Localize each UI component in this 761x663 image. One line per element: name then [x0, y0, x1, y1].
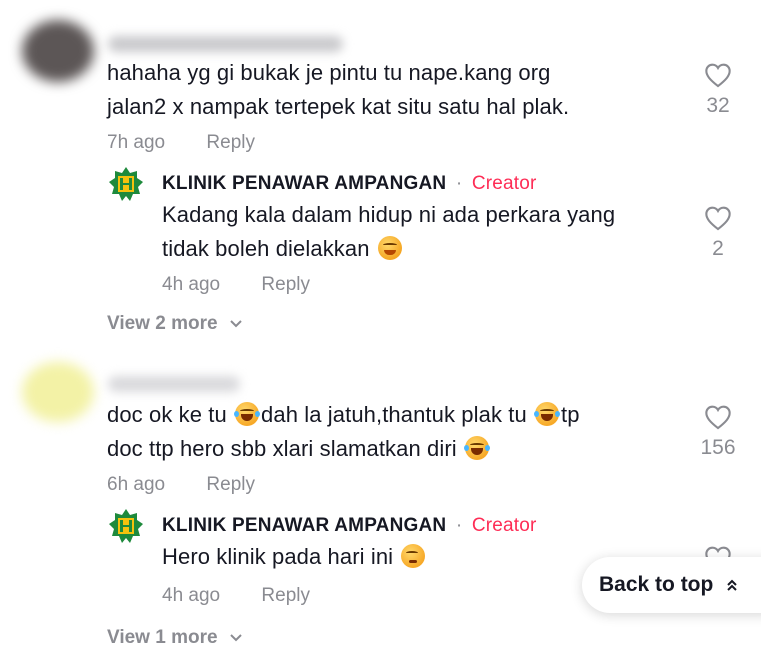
like-count: 156: [700, 436, 736, 459]
back-to-top-button[interactable]: Back to top: [582, 557, 761, 613]
comment-text: hahaha yg gi bukak je pintu tu nape.kang…: [107, 60, 570, 119]
heart-icon: [705, 546, 731, 557]
reply-author-row: KLINIK PENAWAR AMPANGAN · Creator: [162, 173, 537, 195]
comment-meta: 7h ago Reply: [107, 132, 255, 154]
reply-button[interactable]: Reply: [206, 132, 255, 154]
commenter-avatar[interactable]: [22, 362, 94, 422]
thinking-face-emoji: [401, 544, 426, 568]
separator-dot: ·: [455, 515, 463, 536]
heart-icon: [705, 63, 731, 88]
chevron-down-icon: [230, 320, 242, 328]
double-chevron-up-icon: [727, 579, 738, 591]
creator-badge: Creator: [471, 515, 537, 536]
squinting-face-emoji: [377, 236, 402, 260]
laughing-tears-emoji: [463, 436, 490, 460]
heart-icon: [705, 405, 731, 430]
creator-name[interactable]: KLINIK PENAWAR AMPANGAN: [162, 173, 446, 194]
reply-text: Hero klinik pada hari ini: [162, 540, 427, 574]
commenter-name-blurred[interactable]: [108, 376, 240, 392]
timestamp: 4h ago: [162, 274, 221, 295]
like-button[interactable]: 2: [688, 205, 748, 261]
timestamp: 7h ago: [107, 132, 166, 153]
like-button[interactable]: 156: [688, 404, 748, 460]
chevron-down-icon: [230, 634, 242, 642]
reply-button[interactable]: Reply: [206, 474, 255, 496]
like-count: 32: [706, 94, 730, 117]
view-more-replies[interactable]: View 1 more: [107, 627, 243, 649]
reply-meta: 4h ago Reply: [162, 274, 310, 296]
laughing-tears-emoji: [234, 402, 261, 426]
reply-button[interactable]: Reply: [261, 585, 310, 607]
comment-text: doc ok ke tu dah la jatuh,thantuk plak t…: [107, 402, 580, 461]
commenter-avatar[interactable]: [22, 20, 94, 82]
clinic-logo-avatar[interactable]: [108, 508, 144, 544]
reply-meta: 4h ago Reply: [162, 585, 310, 607]
separator-dot: ·: [455, 173, 463, 194]
creator-badge: Creator: [471, 173, 537, 194]
comment-meta: 6h ago Reply: [107, 474, 255, 496]
comments-panel: hahaha yg gi bukak je pintu tu nape.kang…: [0, 0, 761, 663]
timestamp: 4h ago: [162, 585, 221, 606]
reply-text: Kadang kala dalam hidup ni ada perkara y…: [162, 202, 616, 261]
creator-name[interactable]: KLINIK PENAWAR AMPANGAN: [162, 515, 446, 536]
heart-icon: [705, 206, 731, 231]
back-to-top-label: Back to top: [599, 573, 714, 596]
laughing-tears-emoji: [534, 402, 561, 426]
like-button-partial[interactable]: [688, 545, 748, 557]
clinic-logo-avatar[interactable]: [108, 166, 144, 202]
reply-button[interactable]: Reply: [261, 274, 310, 296]
reply-author-row: KLINIK PENAWAR AMPANGAN · Creator: [162, 515, 537, 537]
timestamp: 6h ago: [107, 474, 166, 495]
like-count: 2: [712, 237, 724, 260]
like-button[interactable]: 32: [688, 62, 748, 118]
view-more-replies[interactable]: View 2 more: [107, 313, 243, 335]
commenter-name-blurred[interactable]: [108, 36, 343, 52]
